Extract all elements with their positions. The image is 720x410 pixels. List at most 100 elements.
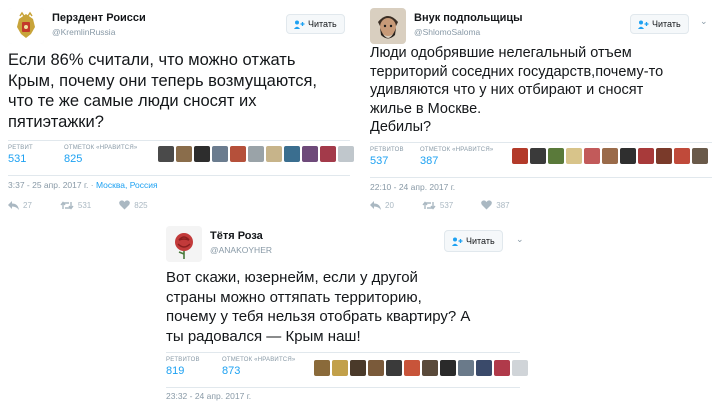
timestamp-text: 3:37 - 25 апр. 2017 г.	[8, 180, 89, 190]
avatar[interactable]	[370, 8, 406, 44]
avatar[interactable]	[166, 226, 202, 262]
likes-stat[interactable]: ОТМЕТОК «НРАВИТСЯ» 873	[222, 357, 295, 377]
liker-avatar[interactable]	[548, 148, 564, 164]
heart-icon	[481, 200, 493, 210]
tweet-timestamp[interactable]: 23:32 - 24 апр. 2017 г.	[166, 391, 251, 401]
liker-avatar[interactable]	[512, 148, 528, 164]
tweet-text: Вот скажи, юзернейм, если у другой стран…	[166, 268, 470, 346]
reply-icon	[370, 200, 381, 210]
username-handle[interactable]: @ShlomoSaloma	[414, 27, 480, 37]
tweet-stats: РЕТВИТОВ 537 ОТМЕТОК «НРАВИТСЯ» 387	[370, 142, 712, 178]
reply-action[interactable]: 20	[370, 200, 394, 210]
like-action[interactable]: 387	[481, 200, 510, 210]
likes-stat[interactable]: ОТМЕТОК «НРАВИТСЯ» 825	[64, 145, 137, 165]
follow-person-plus-icon	[294, 20, 305, 29]
liker-avatar[interactable]	[638, 148, 654, 164]
liker-avatar[interactable]	[656, 148, 672, 164]
liker-avatar[interactable]	[332, 360, 348, 376]
liker-avatar[interactable]	[230, 146, 246, 162]
liker-avatar[interactable]	[620, 148, 636, 164]
username-handle[interactable]: @KremlinRussia	[52, 27, 115, 37]
liker-avatar[interactable]	[350, 360, 366, 376]
tweet-actions: 20 537 387	[370, 200, 538, 210]
retweets-value: 819	[166, 365, 185, 377]
tweet-card-kremlinrussia: Перздент Роисси @KremlinRussia Читать Ес…	[0, 0, 358, 215]
liker-avatar[interactable]	[266, 146, 282, 162]
retweet-icon	[60, 200, 74, 210]
tweet-text-line: Дебилы?	[370, 119, 432, 135]
liker-avatar[interactable]	[368, 360, 384, 376]
timestamp-text: 22:10 - 24 апр. 2017 г.	[370, 182, 456, 192]
reply-count: 20	[385, 200, 394, 210]
liker-avatar[interactable]	[194, 146, 210, 162]
display-name[interactable]: Внук подпольщицы	[414, 12, 523, 24]
liker-avatar[interactable]	[494, 360, 510, 376]
liker-avatar[interactable]	[338, 146, 354, 162]
liker-avatar[interactable]	[314, 360, 330, 376]
retweet-action[interactable]: 537	[422, 201, 453, 210]
tweet-text-line: Если 86% считали, что можно отжать	[8, 51, 296, 69]
reply-action[interactable]: 27	[8, 200, 32, 210]
tweet-text-line: жилье в Москве.	[370, 100, 482, 117]
tweet-text-line: Люди одобрявшие нелегальный отъем	[370, 45, 632, 61]
likes-stat[interactable]: ОТМЕТОК «НРАВИТСЯ» 387	[420, 147, 493, 167]
like-count: 387	[496, 200, 510, 210]
liker-avatar[interactable]	[692, 148, 708, 164]
username-handle[interactable]: @ANAKOYHER	[210, 245, 272, 255]
display-name[interactable]: Перздент Роисси	[52, 12, 146, 24]
retweet-icon	[422, 200, 436, 210]
liker-avatar[interactable]	[458, 360, 474, 376]
retweet-stat[interactable]: РЕТВИТОВ 819	[166, 357, 200, 377]
chevron-down-icon[interactable]: ⌄	[700, 16, 708, 27]
tweet-text-line: удивляются что у них отбирают и сносят	[370, 82, 644, 98]
tweet-text: Люди одобрявшие нелегальный отъем террит…	[370, 44, 663, 137]
location-link[interactable]: Москва, Россия	[96, 180, 158, 190]
follow-button[interactable]: Читать	[286, 14, 345, 34]
avatar[interactable]	[8, 8, 44, 44]
retweet-stat[interactable]: РЕТВИТОВ 537	[370, 147, 404, 167]
tweet-text-line: Крым, почему они теперь возмущаются,	[8, 71, 317, 90]
liker-avatar[interactable]	[512, 360, 528, 376]
liker-avatar[interactable]	[284, 146, 300, 162]
tweet-timestamp[interactable]: 3:37 - 25 апр. 2017 г. · Москва, Россия	[8, 180, 158, 190]
follow-button-label: Читать	[652, 19, 681, 29]
reply-count: 27	[23, 200, 32, 210]
tweet-text-line: пятиэтажки?	[8, 112, 104, 131]
tweet-timestamp[interactable]: 22:10 - 24 апр. 2017 г.	[370, 182, 455, 192]
likes-label: ОТМЕТОК «НРАВИТСЯ»	[420, 147, 494, 153]
liker-avatars	[314, 360, 528, 376]
tweet-text-line: территорий соседних государств,почему-то	[370, 63, 664, 80]
retweet-stat[interactable]: РЕТВИТ 531	[8, 145, 33, 165]
liker-avatar[interactable]	[404, 360, 420, 376]
liker-avatar[interactable]	[422, 360, 438, 376]
likes-label: ОТМЕТОК «НРАВИТСЯ»	[222, 357, 296, 363]
tweet-text-line: почему у тебя нельзя отобрать квартиру? …	[166, 308, 471, 325]
likes-value: 825	[64, 153, 83, 165]
liker-avatar[interactable]	[584, 148, 600, 164]
liker-avatar[interactable]	[386, 360, 402, 376]
retweet-action[interactable]: 531	[60, 201, 91, 210]
liker-avatar[interactable]	[602, 148, 618, 164]
liker-avatar[interactable]	[530, 148, 546, 164]
liker-avatar[interactable]	[476, 360, 492, 376]
follow-button[interactable]: Читать	[630, 14, 689, 34]
liker-avatar[interactable]	[440, 360, 456, 376]
liker-avatar[interactable]	[158, 146, 174, 162]
liker-avatar[interactable]	[176, 146, 192, 162]
liker-avatar[interactable]	[320, 146, 336, 162]
liker-avatar[interactable]	[566, 148, 582, 164]
like-action[interactable]: 825	[119, 200, 148, 210]
chevron-down-icon[interactable]: ⌄	[516, 234, 524, 245]
display-name[interactable]: Тётя Роза	[210, 230, 263, 242]
liker-avatar[interactable]	[302, 146, 318, 162]
liker-avatars	[158, 146, 354, 162]
liker-avatar[interactable]	[212, 146, 228, 162]
follow-button[interactable]: Читать	[444, 230, 503, 252]
follow-person-plus-icon	[638, 20, 649, 29]
liker-avatar[interactable]	[248, 146, 264, 162]
likes-label: ОТМЕТОК «НРАВИТСЯ»	[64, 145, 138, 151]
likes-value: 873	[222, 365, 241, 377]
liker-avatar[interactable]	[674, 148, 690, 164]
likes-value: 387	[420, 155, 439, 167]
retweets-label: РЕТВИТОВ	[370, 147, 404, 153]
